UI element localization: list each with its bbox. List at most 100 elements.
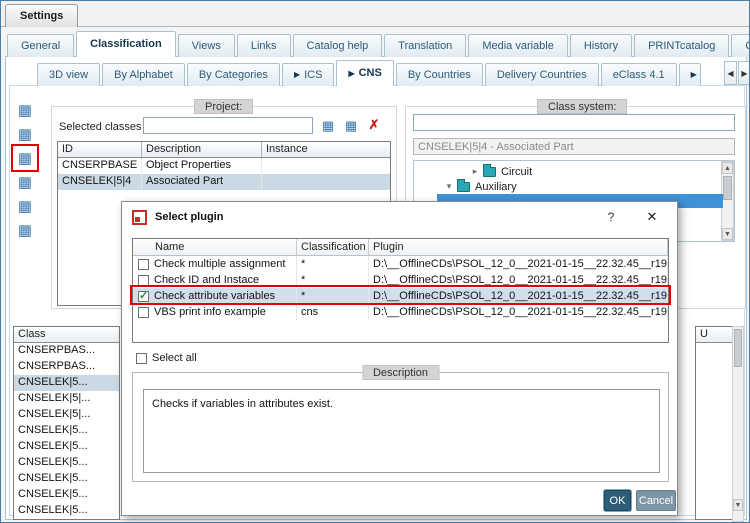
scroll-up-button[interactable]: ▲ <box>722 162 733 174</box>
tab-by-alphabet[interactable]: By Alphabet <box>102 63 185 86</box>
tab-arrow-icon: ▶ <box>293 70 301 79</box>
edit-selected-class-icon[interactable]: ▦ <box>342 116 360 134</box>
folder-icon <box>483 163 496 177</box>
add-classification-icon[interactable]: ▦ <box>15 124 35 144</box>
tab-3d-view[interactable]: 3D view <box>37 63 101 86</box>
table-row[interactable]: CNSERPBAS... <box>14 343 119 359</box>
dialog-title: Select plugin <box>155 211 224 223</box>
dialog-title-bar[interactable]: Select plugin ? ✕ <box>122 202 677 232</box>
tab-eclass-41[interactable]: eClass 4.1 <box>600 63 677 86</box>
arrow-up-icon: ▲ <box>724 164 731 172</box>
plugin-dialog-icon <box>132 210 147 225</box>
select-plugin-dialog: Select plugin ? ✕ Name Classification Pl… <box>121 201 678 516</box>
table-row[interactable]: CNSERPBAS... <box>14 359 119 375</box>
col-u[interactable]: U <box>696 327 732 342</box>
chevron-right-icon: ▶ <box>741 68 748 78</box>
table-row[interactable]: CNSELEK|5... <box>14 423 119 439</box>
plugin-row[interactable]: VBS print info example cns D:\__OfflineC… <box>133 304 668 320</box>
arrow-down-icon: ▼ <box>734 501 742 509</box>
tab-by-countries[interactable]: By Countries <box>395 63 483 86</box>
select-all-row[interactable]: Select all <box>136 352 197 364</box>
plugin-checkbox[interactable] <box>138 274 149 286</box>
tab-links[interactable]: Links <box>236 34 291 57</box>
bottom-table-header: Class <box>14 327 119 343</box>
scroll-down-button[interactable]: ▼ <box>733 499 743 511</box>
col-instance[interactable]: Instance <box>262 142 390 157</box>
plugin-checkbox[interactable] <box>138 258 149 270</box>
selected-classes-label: Selected classes <box>59 121 142 133</box>
col-description[interactable]: Description <box>142 142 262 157</box>
chevron-left-icon: ◀ <box>727 68 734 78</box>
col-name[interactable]: Name <box>133 239 297 255</box>
settings-window: Settings General Classification Views Li… <box>0 0 750 523</box>
class-system-search-input[interactable] <box>413 114 735 131</box>
sidebar-highlight-annotation <box>11 144 39 172</box>
project-table-header: ID Description Instance <box>58 142 390 158</box>
settings-window-tab[interactable]: Settings <box>5 4 79 27</box>
table-row[interactable]: CNSELEK|5|... <box>14 391 119 407</box>
chevron-right-icon[interactable]: ▸ <box>469 166 481 177</box>
col-id[interactable]: ID <box>58 142 142 157</box>
tab-cns[interactable]: ▶ CNS <box>336 60 394 86</box>
scrollbar-thumb[interactable] <box>723 176 732 200</box>
folder-icon <box>457 178 470 192</box>
table-row[interactable]: CNSELEK|5... <box>14 487 119 503</box>
tab-delivery-countries[interactable]: Delivery Countries <box>484 63 599 86</box>
tab-history[interactable]: History <box>569 34 633 57</box>
add-selected-class-icon[interactable]: ▦ <box>319 116 337 134</box>
tab-scroll-left-button[interactable]: ◀ <box>724 61 737 85</box>
tree-item-circuit[interactable]: ▸ Circuit <box>469 163 532 179</box>
description-groupbox: Description Checks if variables in attri… <box>132 365 669 482</box>
bottom-classes-table: Class CNSERPBAS... CNSERPBAS... CNSELEK|… <box>13 326 120 520</box>
tab-media-variable[interactable]: Media variable <box>468 34 568 57</box>
tab-arrow-icon: ▶ <box>690 70 697 79</box>
tab-scroll-right-button[interactable]: ▶ <box>738 61 749 85</box>
project-class-row[interactable]: CNSELEK|5|4 Associated Part <box>58 174 390 190</box>
col-classification[interactable]: Classification <box>297 239 369 255</box>
bottom-scrollbar[interactable]: ▼ <box>732 326 744 522</box>
help-button[interactable]: ? <box>603 209 619 225</box>
arrow-down-icon: ▼ <box>724 230 731 238</box>
tab-translation[interactable]: Translation <box>384 34 467 57</box>
table-row[interactable]: CNSELEK|5... <box>14 471 119 487</box>
tab-catalog-help[interactable]: Catalog help <box>292 34 383 57</box>
edit-classification-icon[interactable]: ▦ <box>15 196 35 216</box>
tab-general[interactable]: General <box>7 34 75 57</box>
bottom-right-table-fragment: U <box>695 326 732 520</box>
plugin-row-highlight-annotation <box>130 285 671 305</box>
tab-ics[interactable]: ▶ ICS <box>281 63 335 86</box>
table-row[interactable]: CNSELEK|5... <box>14 503 119 519</box>
cancel-button[interactable]: Cancel <box>636 490 676 511</box>
select-all-checkbox[interactable] <box>136 352 147 364</box>
description-text: Checks if variables in attributes exist. <box>143 389 660 473</box>
tab-views[interactable]: Views <box>177 34 235 57</box>
scroll-down-button[interactable]: ▼ <box>722 228 733 240</box>
col-class[interactable]: Class <box>14 327 119 342</box>
tab-classification[interactable]: Classification <box>76 31 176 57</box>
remove-classification-icon[interactable]: ▦ <box>15 220 35 240</box>
tab-printcatalog[interactable]: PRINTcatalog <box>634 34 730 57</box>
chevron-down-icon[interactable]: ▾ <box>443 181 455 192</box>
class-system-panel-label: Class system: <box>537 99 628 114</box>
delete-selected-class-icon[interactable]: ✗ <box>365 116 383 134</box>
transfer-classification-icon[interactable]: ▦ <box>15 172 35 192</box>
tree-item-auxiliary[interactable]: ▾ Auxiliary <box>443 178 517 194</box>
table-row[interactable]: CNSELEK|5... <box>14 375 119 391</box>
selected-classes-input[interactable] <box>143 117 313 134</box>
project-class-row[interactable]: CNSERPBASE Object Properties <box>58 158 390 174</box>
plugin-checkbox[interactable] <box>138 306 149 318</box>
window-tab-strip: Settings <box>1 1 749 27</box>
tab-eclass-partial[interactable]: ▶e <box>678 63 701 86</box>
ok-button[interactable]: OK <box>604 490 631 511</box>
tab-by-categories[interactable]: By Categories <box>186 63 280 86</box>
plugin-row[interactable]: Check multiple assignment * D:\__Offline… <box>133 256 668 272</box>
col-plugin[interactable]: Plugin <box>369 239 668 255</box>
scrollbar-thumb[interactable] <box>734 329 742 367</box>
tab-qa-check[interactable]: QA check <box>731 34 749 57</box>
table-row[interactable]: CNSELEK|5... <box>14 455 119 471</box>
classification-sub-tab-bar: 3D view By Alphabet By Categories ▶ ICS ▶… <box>37 60 701 86</box>
table-row[interactable]: CNSELEK|5... <box>14 439 119 455</box>
close-button[interactable]: ✕ <box>643 208 661 226</box>
classes-list-icon[interactable]: ▦ <box>15 100 35 120</box>
table-row[interactable]: CNSELEK|5|... <box>14 407 119 423</box>
